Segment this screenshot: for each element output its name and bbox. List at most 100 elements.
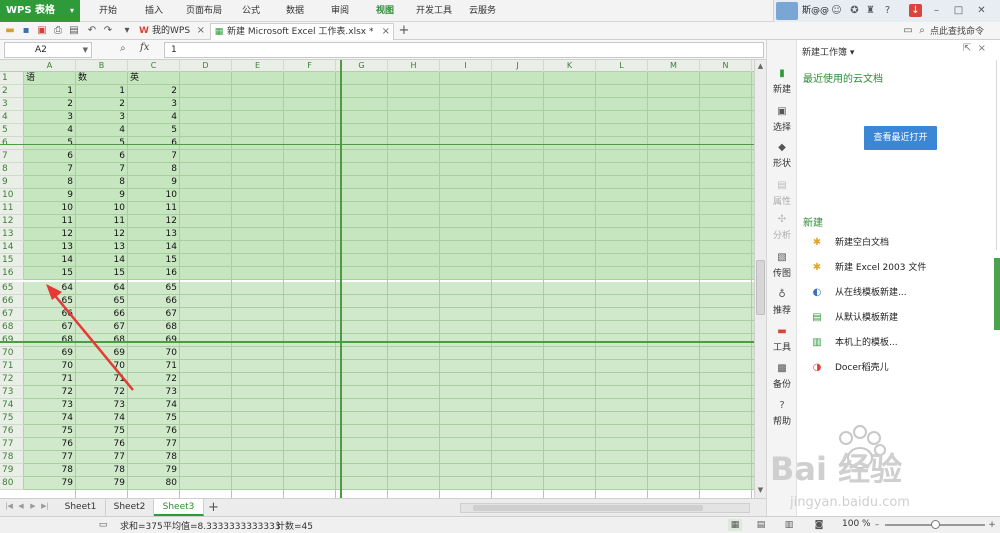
- cell[interactable]: 79: [76, 477, 128, 489]
- close-icon[interactable]: ✕: [975, 4, 988, 17]
- cell[interactable]: 13: [76, 241, 128, 253]
- row-header[interactable]: 12: [0, 215, 24, 228]
- cell[interactable]: 66: [76, 308, 128, 320]
- menu-insert[interactable]: 插入: [145, 0, 163, 22]
- new-excel-2003[interactable]: ✱ 新建 Excel 2003 文件: [809, 259, 927, 277]
- row-header[interactable]: 15: [0, 254, 24, 267]
- row-header[interactable]: 1: [0, 72, 24, 85]
- last-sheet-icon[interactable]: ▶|: [40, 502, 50, 510]
- undo-icon[interactable]: ↶: [86, 25, 98, 37]
- download-icon[interactable]: ↓: [909, 4, 922, 17]
- cell[interactable]: 12: [128, 215, 180, 227]
- cell[interactable]: 9: [128, 176, 180, 188]
- local-templates[interactable]: ▥ 本机上的模板...: [809, 334, 897, 352]
- column-header[interactable]: N: [700, 60, 752, 72]
- row-header[interactable]: 11: [0, 202, 24, 215]
- row-header[interactable]: 65: [0, 282, 24, 295]
- rail-recommend[interactable]: ♁ 推荐: [767, 289, 797, 316]
- cell[interactable]: 79: [24, 477, 76, 489]
- cell[interactable]: 64: [76, 282, 128, 294]
- next-sheet-icon[interactable]: ▶: [28, 502, 38, 510]
- cell[interactable]: 79: [128, 464, 180, 476]
- name-box[interactable]: A2 ▼: [4, 42, 92, 58]
- cell[interactable]: 4: [76, 124, 128, 136]
- cell[interactable]: 6: [24, 150, 76, 162]
- column-header[interactable]: L: [596, 60, 648, 72]
- sheet-tab-3[interactable]: Sheet3: [154, 499, 204, 516]
- menu-review[interactable]: 审阅: [331, 0, 349, 22]
- tab-my-wps[interactable]: W 我的WPS ×: [136, 23, 208, 40]
- close-icon[interactable]: ×: [978, 43, 986, 54]
- cell[interactable]: 10: [24, 202, 76, 214]
- row-header[interactable]: 16: [0, 267, 24, 280]
- cell[interactable]: 76: [24, 438, 76, 450]
- cell[interactable]: 78: [24, 464, 76, 476]
- cell[interactable]: 15: [128, 254, 180, 266]
- column-header[interactable]: G: [336, 60, 388, 72]
- zoom-slider-knob[interactable]: [931, 520, 940, 529]
- cell[interactable]: 68: [24, 334, 76, 346]
- cell[interactable]: 英: [128, 72, 180, 84]
- cell[interactable]: 9: [24, 189, 76, 201]
- cell[interactable]: 75: [128, 412, 180, 424]
- normal-view-icon[interactable]: ▦: [728, 519, 742, 531]
- export-pdf-icon[interactable]: ▣: [36, 25, 48, 37]
- page-break-view-icon[interactable]: ▤: [754, 519, 768, 531]
- cell[interactable]: 10: [128, 189, 180, 201]
- close-icon[interactable]: ×: [197, 23, 205, 39]
- cell[interactable]: 5: [128, 124, 180, 136]
- cell[interactable]: 72: [24, 386, 76, 398]
- cell[interactable]: 3: [76, 111, 128, 123]
- cell[interactable]: 73: [76, 399, 128, 411]
- rail-properties[interactable]: ▤ 属性: [767, 180, 797, 207]
- restore-icon[interactable]: □: [952, 4, 965, 17]
- column-header[interactable]: H: [388, 60, 440, 72]
- scroll-thumb[interactable]: [473, 505, 703, 511]
- cell[interactable]: 70: [24, 360, 76, 372]
- cell[interactable]: 15: [76, 267, 128, 279]
- cell[interactable]: 77: [76, 451, 128, 463]
- cell[interactable]: 64: [24, 282, 76, 294]
- cell[interactable]: 76: [128, 425, 180, 437]
- cell[interactable]: 8: [24, 176, 76, 188]
- cell[interactable]: 70: [128, 347, 180, 359]
- cell[interactable]: 73: [128, 386, 180, 398]
- cell[interactable]: 12: [24, 228, 76, 240]
- cell[interactable]: 3: [128, 98, 180, 110]
- cell[interactable]: 14: [76, 254, 128, 266]
- cell[interactable]: 2: [76, 98, 128, 110]
- cell[interactable]: 74: [24, 412, 76, 424]
- row-header[interactable]: 67: [0, 308, 24, 321]
- rail-shape[interactable]: ◆ 形状: [767, 142, 797, 169]
- cell[interactable]: 65: [24, 295, 76, 307]
- rail-tools[interactable]: ▬ 工具: [767, 326, 797, 353]
- cell[interactable]: 66: [24, 308, 76, 320]
- cell[interactable]: 78: [128, 451, 180, 463]
- row-header[interactable]: 3: [0, 98, 24, 111]
- row-header[interactable]: 66: [0, 295, 24, 308]
- cell[interactable]: 3: [24, 111, 76, 123]
- new-blank-doc[interactable]: ✱ 新建空白文档: [809, 234, 889, 252]
- row-header[interactable]: 71: [0, 360, 24, 373]
- row-header[interactable]: 76: [0, 425, 24, 438]
- row-header[interactable]: 10: [0, 189, 24, 202]
- cell[interactable]: 1: [76, 85, 128, 97]
- cell[interactable]: 5: [24, 137, 76, 149]
- eye-protect-icon[interactable]: ◙: [812, 519, 826, 531]
- save-icon[interactable]: ▪: [20, 25, 32, 37]
- row-header[interactable]: 14: [0, 241, 24, 254]
- cell[interactable]: 8: [76, 176, 128, 188]
- column-header[interactable]: J: [492, 60, 544, 72]
- cell[interactable]: 80: [128, 477, 180, 489]
- cell[interactable]: 2: [128, 85, 180, 97]
- menu-home[interactable]: 开始: [99, 0, 117, 22]
- docer-link[interactable]: ◑ Docer稻壳儿: [809, 359, 889, 377]
- cell[interactable]: 71: [76, 373, 128, 385]
- rail-new[interactable]: ▮ 新建: [767, 68, 797, 95]
- cell[interactable]: 71: [128, 360, 180, 372]
- zoom-level[interactable]: 100 %: [842, 519, 871, 529]
- cell[interactable]: 14: [24, 254, 76, 266]
- cell[interactable]: 数: [76, 72, 128, 84]
- cell[interactable]: 5: [76, 137, 128, 149]
- formula-input[interactable]: 1: [164, 42, 764, 58]
